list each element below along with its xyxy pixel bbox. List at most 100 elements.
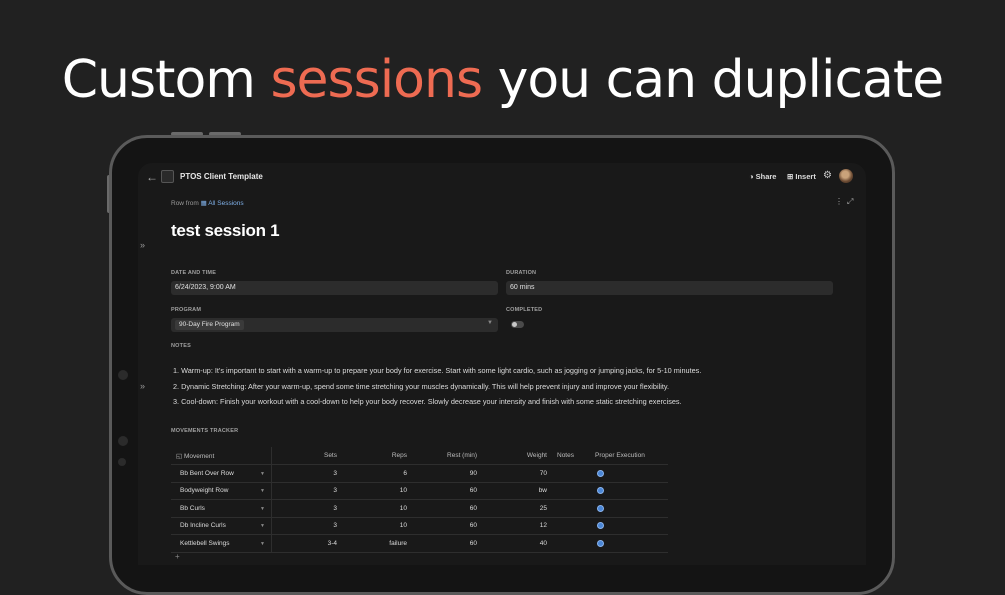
execution-cell[interactable] bbox=[590, 482, 668, 500]
program-value: 90-Day Fire Program bbox=[175, 320, 244, 330]
avatar[interactable] bbox=[839, 169, 853, 183]
notes-cell[interactable] bbox=[552, 464, 590, 483]
note-item[interactable]: 1. Warm-up: It's important to start with… bbox=[173, 363, 701, 379]
tracker-label: MOVEMENTS TRACKER bbox=[171, 428, 239, 434]
column-header-proper-execution[interactable]: Proper Execution bbox=[590, 447, 668, 465]
execution-cell[interactable] bbox=[590, 464, 668, 483]
notes-label: NOTES bbox=[171, 343, 191, 349]
movement-cell[interactable]: Kettlebell Swings ▼ bbox=[171, 534, 272, 553]
rest-cell[interactable]: 60 bbox=[412, 482, 482, 500]
gear-icon[interactable]: ⚙ bbox=[823, 170, 832, 181]
execution-cell[interactable] bbox=[590, 534, 668, 553]
rest-cell[interactable]: 60 bbox=[412, 534, 482, 553]
headline-before: Custom bbox=[61, 50, 256, 110]
rest-cell[interactable]: 90 bbox=[412, 464, 482, 483]
row-from: Row from ▦ All Sessions bbox=[171, 199, 244, 207]
movement-cell[interactable]: Db Incline Curls ▼ bbox=[171, 517, 272, 535]
insert-button[interactable]: ⊞ Insert bbox=[787, 172, 816, 181]
movement-cell[interactable]: Bodyweight Row ▼ bbox=[171, 482, 272, 500]
share-label: Share bbox=[755, 172, 777, 181]
globe-icon[interactable] bbox=[597, 469, 604, 477]
globe-icon[interactable] bbox=[597, 539, 604, 547]
weight-cell[interactable]: 40 bbox=[482, 534, 552, 553]
chevron-down-icon[interactable]: ▼ bbox=[487, 320, 493, 326]
notes-cell[interactable] bbox=[552, 482, 590, 500]
headline-after: you can duplicate bbox=[497, 50, 945, 110]
chevron-down-icon[interactable]: ▼ bbox=[260, 506, 265, 512]
top-bar: ← PTOS Client Template ◑ Share ⊞ Insert … bbox=[138, 163, 866, 191]
chevron-down-icon[interactable]: ▼ bbox=[260, 471, 265, 477]
notes-cell[interactable] bbox=[552, 534, 590, 553]
reps-cell[interactable]: 10 bbox=[342, 517, 412, 535]
camera-dot bbox=[118, 436, 128, 446]
column-header-rest[interactable]: Rest (min) bbox=[412, 447, 482, 465]
rest-cell[interactable]: 60 bbox=[412, 517, 482, 535]
completed-toggle[interactable] bbox=[511, 321, 524, 328]
share-button[interactable]: ◑ Share bbox=[749, 172, 776, 181]
notes-cell[interactable] bbox=[552, 499, 590, 518]
session-title[interactable]: test session 1 bbox=[171, 221, 280, 241]
duration-label: DURATION bbox=[506, 270, 537, 276]
column-header-notes[interactable]: Notes bbox=[552, 447, 590, 465]
chevron-down-icon[interactable]: ▼ bbox=[260, 541, 265, 547]
expand-sidebar-icon[interactable]: » bbox=[140, 381, 145, 391]
all-sessions-link[interactable]: ▦ All Sessions bbox=[201, 200, 244, 207]
table-row[interactable]: Bodyweight Row ▼ 3 10 60 bw bbox=[171, 482, 668, 500]
sets-cell[interactable]: 3-4 bbox=[271, 534, 342, 553]
reps-cell[interactable]: 10 bbox=[342, 499, 412, 518]
app-screen: ← PTOS Client Template ◑ Share ⊞ Insert … bbox=[138, 163, 866, 565]
camera-dot bbox=[118, 458, 126, 466]
globe-icon[interactable] bbox=[597, 487, 604, 495]
column-header-sets[interactable]: Sets bbox=[271, 447, 342, 465]
chevron-down-icon[interactable]: ▼ bbox=[260, 523, 265, 529]
table-row[interactable]: Db Incline Curls ▼ 3 10 60 12 bbox=[171, 517, 668, 535]
column-header-weight[interactable]: Weight bbox=[482, 447, 552, 465]
table-row[interactable]: Bb Bent Over Row ▼ 3 6 90 70 bbox=[171, 464, 668, 483]
bookmark-icon: ◱ bbox=[176, 452, 183, 460]
page-icon bbox=[161, 170, 174, 183]
camera-dot bbox=[118, 370, 128, 380]
note-item[interactable]: 3. Cool-down: Finish your workout with a… bbox=[173, 394, 701, 410]
reps-cell[interactable]: failure bbox=[342, 534, 412, 553]
column-header-movement[interactable]: ◱ Movement bbox=[171, 447, 272, 465]
column-header-reps[interactable]: Reps bbox=[342, 447, 412, 465]
weight-cell[interactable]: 70 bbox=[482, 464, 552, 483]
execution-cell[interactable] bbox=[590, 517, 668, 535]
back-arrow-icon[interactable]: ← bbox=[146, 170, 158, 184]
chevron-down-icon[interactable]: ▼ bbox=[260, 488, 265, 494]
notes-cell[interactable] bbox=[552, 517, 590, 535]
doc-title[interactable]: PTOS Client Template bbox=[180, 172, 263, 181]
weight-cell[interactable]: bw bbox=[482, 482, 552, 500]
movement-cell[interactable]: Bb Bent Over Row ▼ bbox=[171, 464, 272, 483]
headline: Custom sessions you can duplicate bbox=[0, 50, 1005, 110]
reps-cell[interactable]: 10 bbox=[342, 482, 412, 500]
movement-cell[interactable]: Bb Curls ▼ bbox=[171, 499, 272, 518]
sets-cell[interactable]: 3 bbox=[271, 517, 342, 535]
expand-icon[interactable]: ⤢ bbox=[847, 197, 853, 207]
add-row-button[interactable]: + bbox=[175, 552, 180, 561]
notes-list: 1. Warm-up: It's important to start with… bbox=[173, 363, 701, 410]
table-row[interactable]: Kettlebell Swings ▼ 3-4 failure 60 40 bbox=[171, 534, 668, 553]
table-header-row: ◱ Movement Sets Reps Rest (min) Weight N… bbox=[171, 447, 668, 465]
execution-cell[interactable] bbox=[590, 499, 668, 518]
date-field[interactable]: 6/24/2023, 9:00 AM bbox=[171, 281, 498, 295]
table-row[interactable]: Bb Curls ▼ 3 10 60 25 bbox=[171, 499, 668, 518]
row-from-label: Row from bbox=[171, 200, 199, 207]
weight-cell[interactable]: 25 bbox=[482, 499, 552, 518]
insert-label: Insert bbox=[795, 172, 816, 181]
more-options-icon[interactable]: ⋮ bbox=[835, 197, 843, 206]
date-label: DATE AND TIME bbox=[171, 270, 217, 276]
sets-cell[interactable]: 3 bbox=[271, 464, 342, 483]
duration-field[interactable]: 60 mins bbox=[506, 281, 833, 295]
expand-sidebar-icon[interactable]: » bbox=[140, 240, 145, 250]
sets-cell[interactable]: 3 bbox=[271, 499, 342, 518]
globe-icon[interactable] bbox=[597, 522, 604, 530]
reps-cell[interactable]: 6 bbox=[342, 464, 412, 483]
movements-table: ◱ Movement Sets Reps Rest (min) Weight N… bbox=[171, 447, 671, 553]
all-sessions-label: All Sessions bbox=[208, 200, 244, 207]
sets-cell[interactable]: 3 bbox=[271, 482, 342, 500]
weight-cell[interactable]: 12 bbox=[482, 517, 552, 535]
rest-cell[interactable]: 60 bbox=[412, 499, 482, 518]
note-item[interactable]: 2. Dynamic Stretching: After your warm-u… bbox=[173, 379, 701, 395]
globe-icon[interactable] bbox=[597, 504, 604, 512]
